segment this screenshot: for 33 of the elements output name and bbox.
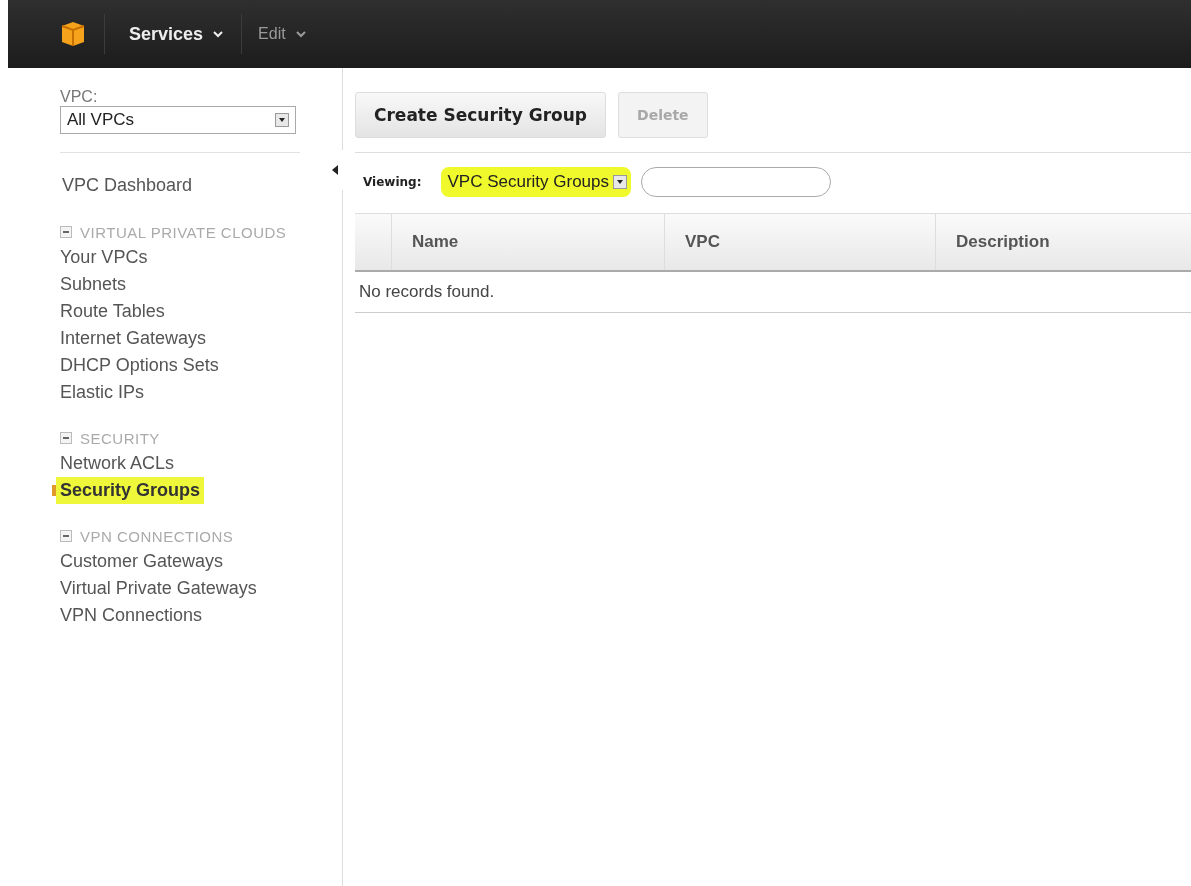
- create-button[interactable]: Create Security Group: [355, 92, 606, 138]
- sidebar-item[interactable]: DHCP Options Sets: [60, 352, 219, 379]
- sidebar-item[interactable]: VPN Connections: [60, 602, 203, 629]
- column-header[interactable]: VPC: [665, 214, 936, 270]
- sidebar-item[interactable]: Internet Gateways: [60, 325, 207, 352]
- view-select[interactable]: VPC Security Groups: [441, 167, 632, 197]
- section-heading: SECURITY: [80, 429, 160, 449]
- collapse-icon[interactable]: [60, 530, 72, 542]
- column-header[interactable]: Description: [936, 214, 1191, 270]
- vpc-label: VPC:: [60, 88, 99, 106]
- section-heading: VIRTUAL PRIVATE CLOUDS: [80, 223, 287, 243]
- sidebar-item[interactable]: Network ACLs: [60, 450, 175, 477]
- sidebar-item[interactable]: Virtual Private Gateways: [60, 575, 257, 602]
- empty-message: No records found.: [355, 272, 1191, 313]
- section-heading: VPN CONNECTIONS: [80, 527, 234, 547]
- top-menu[interactable]: Edit: [242, 25, 322, 43]
- search-field[interactable]: [641, 167, 832, 197]
- sidebar-item[interactable]: Subnets: [60, 271, 127, 298]
- chevron-down-icon: [295, 30, 306, 38]
- cube-logo-icon[interactable]: [60, 20, 86, 48]
- column-header[interactable]: Name: [392, 214, 665, 270]
- chevron-down-icon: [213, 30, 224, 38]
- sidebar-item[interactable]: Route Tables: [60, 298, 165, 325]
- sidebar-item[interactable]: Your VPCs: [60, 244, 148, 271]
- top-menu[interactable]: Services: [105, 23, 242, 45]
- sidebar-item[interactable]: Customer Gateways: [60, 548, 224, 575]
- sidebar-item[interactable]: Elastic IPs: [60, 379, 145, 406]
- collapse-left-icon: [332, 165, 338, 175]
- vpc-select[interactable]: All VPCs: [60, 106, 296, 134]
- sidebar-item[interactable]: VPC Dashboard: [62, 175, 193, 196]
- collapse-icon[interactable]: [60, 432, 72, 444]
- viewing-label: Viewing:: [363, 175, 422, 189]
- collapse-icon[interactable]: [60, 226, 72, 238]
